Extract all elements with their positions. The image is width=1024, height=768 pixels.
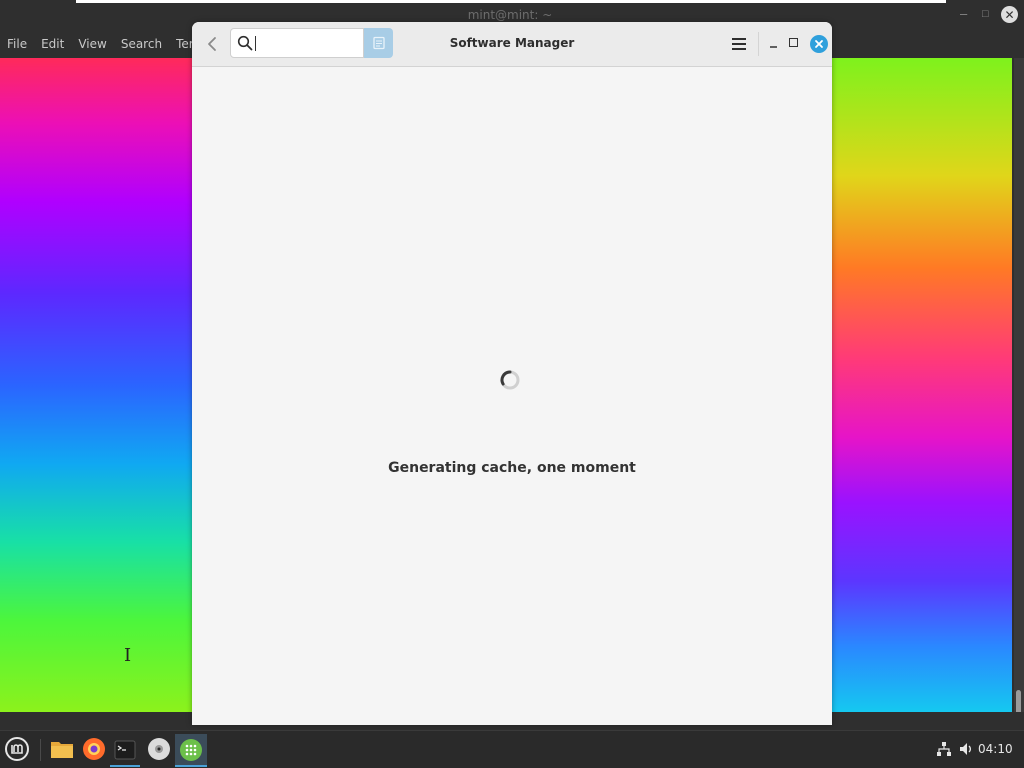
taskbar: 04:10	[0, 730, 1024, 768]
firefox-launcher[interactable]	[79, 734, 109, 764]
document-search-icon	[372, 36, 385, 50]
terminal-icon	[114, 740, 136, 759]
menu-edit[interactable]: Edit	[34, 37, 71, 51]
terminal-maximize-button[interactable]: □	[982, 8, 989, 20]
taskbar-separator	[40, 739, 41, 761]
network-icon[interactable]	[936, 741, 952, 757]
search-icon	[237, 35, 253, 51]
search-input[interactable]	[259, 32, 363, 56]
files-launcher[interactable]	[47, 734, 77, 764]
maximize-button[interactable]	[789, 38, 798, 47]
search-options-button[interactable]	[364, 28, 393, 58]
software-manager-launcher[interactable]	[175, 734, 207, 767]
terminal-close-button[interactable]: ✕	[1001, 6, 1018, 23]
back-button[interactable]	[202, 33, 222, 55]
window-title: Software Manager	[449, 36, 575, 50]
menu-search[interactable]: Search	[114, 37, 169, 51]
chevron-left-icon	[208, 37, 216, 51]
disc-launcher[interactable]	[144, 734, 174, 764]
clock[interactable]: 04:10	[978, 742, 1013, 756]
menu-file[interactable]: File	[0, 37, 34, 51]
headerbar-separator	[758, 32, 759, 56]
terminal-title-strip	[76, 0, 946, 3]
terminal-title: mint@mint: ~	[467, 8, 553, 22]
menu-view[interactable]: View	[71, 37, 113, 51]
close-icon	[815, 40, 823, 48]
software-manager-icon	[180, 738, 202, 761]
mouse-ibeam-cursor-icon: I	[124, 645, 132, 666]
terminal-minimize-button[interactable]: –	[960, 6, 967, 21]
software-manager-window: Software Manager Generating cache, one m…	[192, 22, 832, 725]
menu-icon[interactable]	[4, 736, 30, 762]
close-button[interactable]	[810, 35, 828, 53]
software-manager-headerbar: Software Manager	[192, 22, 832, 67]
terminal-scrollbar[interactable]	[1014, 58, 1024, 712]
firefox-icon	[83, 738, 105, 760]
text-caret	[255, 36, 256, 51]
loading-spinner-icon	[500, 370, 520, 390]
volume-icon[interactable]	[958, 741, 974, 757]
minimize-button[interactable]	[767, 35, 781, 53]
files-icon	[51, 742, 73, 758]
terminal-content-area-right[interactable]	[832, 58, 1012, 712]
search-box[interactable]	[230, 28, 364, 58]
terminal-launcher[interactable]	[110, 734, 140, 767]
hamburger-menu-icon[interactable]	[730, 35, 748, 53]
status-message: Generating cache, one moment	[388, 460, 636, 476]
software-manager-content: Generating cache, one moment	[192, 67, 832, 725]
disc-icon	[148, 738, 170, 760]
